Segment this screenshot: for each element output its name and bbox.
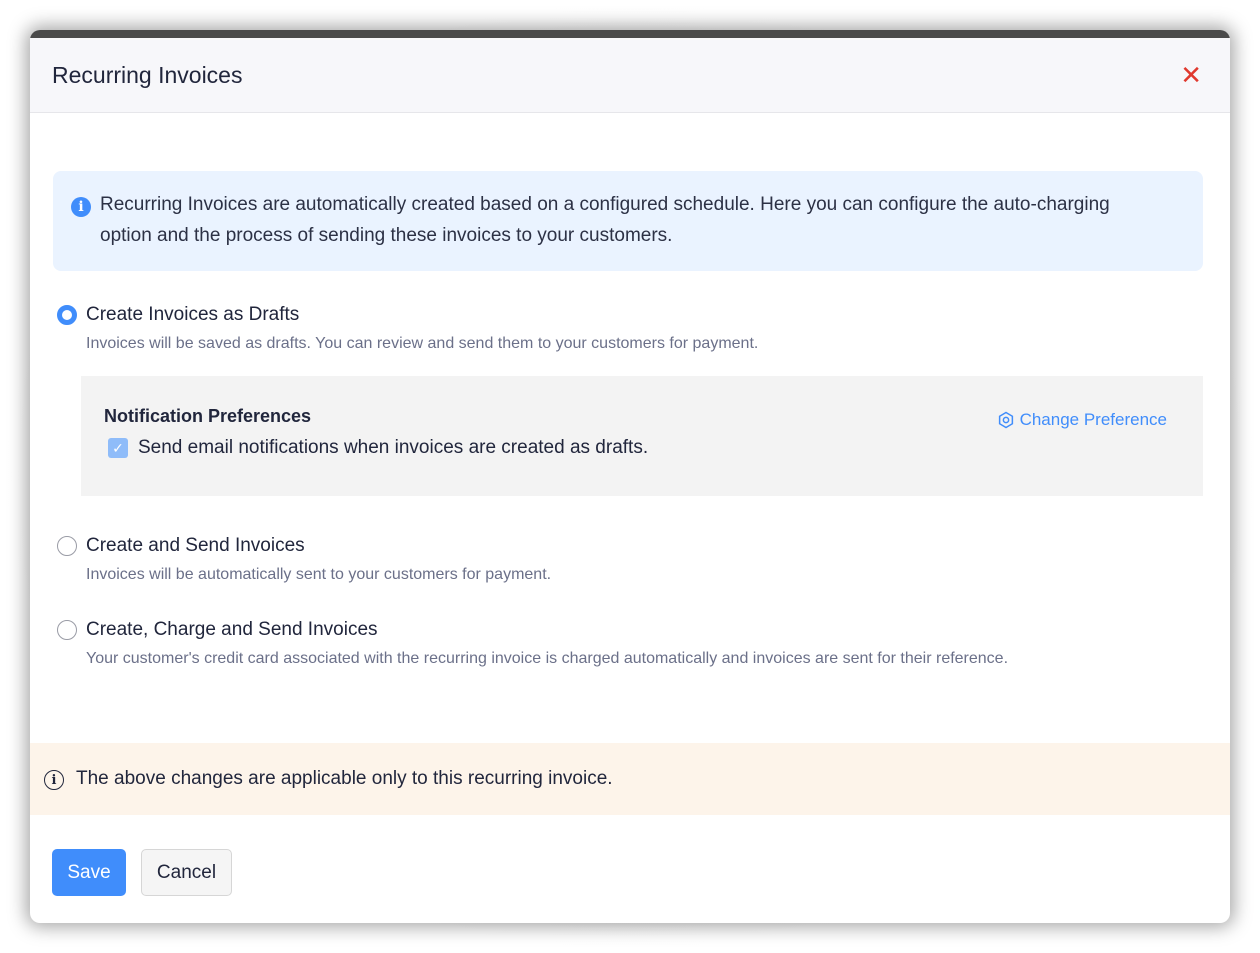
info-banner-text: Recurring Invoices are automatically cre… xyxy=(100,194,1110,246)
change-preference-label[interactable]: Change Preference xyxy=(1020,410,1167,430)
option-create-send-label[interactable]: Create and Send Invoices xyxy=(86,533,1202,559)
option-create-drafts[interactable]: Create Invoices as Drafts Invoices will … xyxy=(53,302,1202,356)
email-notification-label: Send email notifications when invoices a… xyxy=(138,437,649,458)
email-notification-checkbox[interactable]: ✓ xyxy=(108,438,128,458)
radio-create-charge-send[interactable] xyxy=(57,620,77,640)
dialog-body: i Recurring Invoices are automatically c… xyxy=(30,113,1230,743)
dialog-top-bar xyxy=(30,30,1230,38)
radio-create-send[interactable] xyxy=(57,536,77,556)
radio-create-drafts[interactable] xyxy=(57,305,77,325)
dialog-footer: Save Cancel xyxy=(52,849,232,896)
save-button[interactable]: Save xyxy=(52,849,126,896)
info-icon: i xyxy=(71,197,91,217)
email-notification-row: ✓ Send email notifications when invoices… xyxy=(104,437,1179,459)
option-create-drafts-label[interactable]: Create Invoices as Drafts xyxy=(86,302,1202,328)
notice-text: The above changes are applicable only to… xyxy=(76,768,613,789)
cancel-button[interactable]: Cancel xyxy=(141,849,232,896)
option-create-charge-send[interactable]: Create, Charge and Send Invoices Your cu… xyxy=(53,617,1202,671)
close-icon[interactable]: ✕ xyxy=(1180,62,1202,88)
option-create-charge-send-description: Your customer's credit card associated w… xyxy=(86,650,1009,667)
info-banner: i Recurring Invoices are automatically c… xyxy=(53,171,1203,271)
notification-preferences-panel: Notification Preferences ✓ Send email no… xyxy=(81,376,1203,496)
recurring-invoices-dialog: Recurring Invoices ✕ i Recurring Invoice… xyxy=(30,30,1230,923)
notice-bar: i The above changes are applicable only … xyxy=(30,743,1230,815)
gear-icon xyxy=(998,411,1013,429)
option-create-send-description: Invoices will be automatically sent to y… xyxy=(86,566,552,583)
option-create-charge-send-label[interactable]: Create, Charge and Send Invoices xyxy=(86,617,1202,643)
change-preference-link[interactable]: Change Preference xyxy=(997,410,1167,430)
dialog-header: Recurring Invoices ✕ xyxy=(30,38,1230,113)
option-create-drafts-description: Invoices will be saved as drafts. You ca… xyxy=(86,335,759,352)
info-outline-icon: i xyxy=(44,770,64,790)
dialog-title: Recurring Invoices xyxy=(52,61,243,88)
option-create-send[interactable]: Create and Send Invoices Invoices will b… xyxy=(53,533,1202,587)
